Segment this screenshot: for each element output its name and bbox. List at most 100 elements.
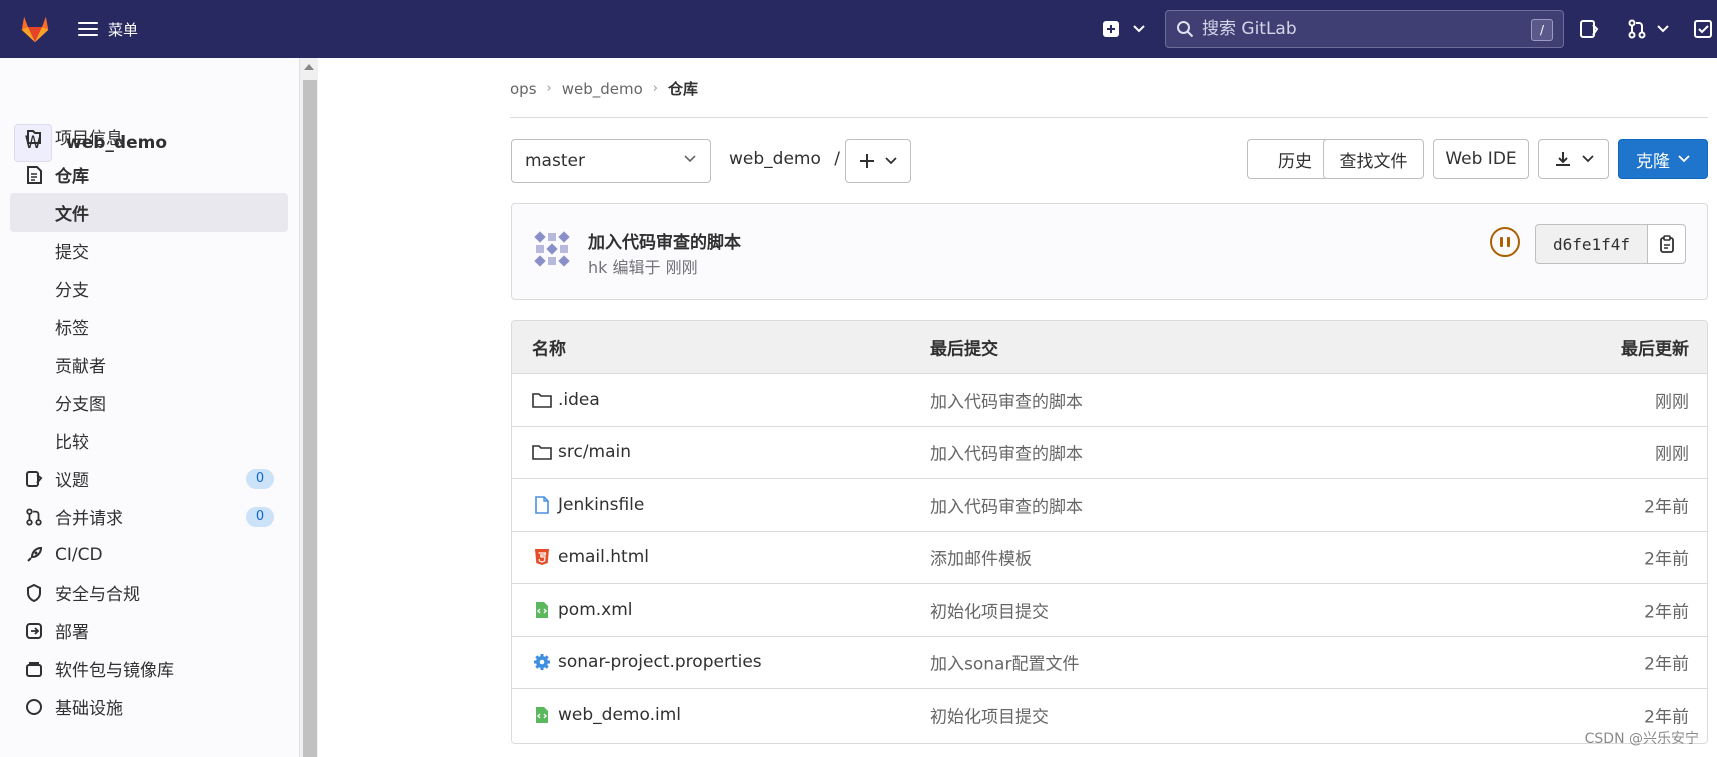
sidebar-item-commits[interactable]: 提交 [10, 231, 288, 270]
menu-label: 菜单 [108, 20, 139, 39]
chevron-down-icon [885, 157, 897, 165]
sidebar-item-branches[interactable]: 分支 [10, 269, 288, 308]
column-header-last-commit: 最后提交 [930, 339, 998, 360]
sidebar-item-label: CI/CD [55, 544, 103, 565]
last-commit-link[interactable]: 加入代码审查的脚本 [930, 440, 1083, 465]
chevron-down-icon[interactable] [1128, 18, 1150, 40]
repository-icon [24, 165, 44, 185]
sidebar-item-packages[interactable]: 软件包与镜像库 [10, 649, 288, 688]
merge-requests-count-badge: 0 [246, 506, 274, 527]
last-commit-link[interactable]: 加入代码审查的脚本 [930, 387, 1083, 412]
file-name-link[interactable]: sonar-project.properties [558, 652, 762, 672]
table-row[interactable]: Jenkinsfile 加入代码审查的脚本 2年前 [512, 479, 1707, 532]
search-box[interactable]: / [1165, 10, 1564, 48]
chevron-right-icon: › [652, 81, 658, 96]
table-row[interactable]: src/main 加入代码审查的脚本 刚刚 [512, 427, 1707, 479]
file-name-link[interactable]: email.html [558, 547, 649, 567]
commit-author-avatar[interactable] [532, 229, 572, 269]
path-separator: / [834, 149, 841, 169]
file-name-link[interactable]: pom.xml [558, 600, 633, 620]
plus-icon [860, 154, 874, 168]
sidebar-item-cicd[interactable]: CI/CD [10, 535, 288, 574]
web-ide-button[interactable]: Web IDE [1433, 139, 1529, 179]
last-commit-link[interactable]: 初始化项目提交 [930, 597, 1049, 622]
sidebar-item-label: 议题 [55, 471, 89, 491]
clone-button[interactable]: 克隆 [1618, 139, 1708, 179]
merge-request-icon[interactable] [1626, 18, 1648, 40]
download-icon [1555, 152, 1570, 166]
commit-title[interactable]: 加入代码审查的脚本 [588, 228, 741, 253]
sidebar-scrollbar-thumb[interactable] [303, 80, 317, 757]
project-info-icon [24, 127, 44, 147]
last-commit-link[interactable]: 加入sonar配置文件 [930, 650, 1079, 675]
divider [510, 117, 1708, 118]
last-commit-panel: 加入代码审查的脚本 hk 编辑于 刚刚 d6fe1f4f [511, 203, 1708, 300]
file-name-link[interactable]: web_demo.iml [558, 705, 681, 725]
copy-sha-button[interactable] [1647, 224, 1686, 264]
sidebar-item-repository[interactable]: 仓库 [10, 155, 288, 194]
sidebar-item-contributors[interactable]: 贡献者 [10, 345, 288, 384]
deploy-icon [24, 621, 44, 641]
add-to-tree-dropdown[interactable] [845, 139, 911, 183]
sidebar-item-label: 基础设施 [55, 699, 123, 719]
repo-path: web_demo / [729, 149, 840, 169]
sidebar-item-compare[interactable]: 比较 [10, 421, 288, 460]
last-commit-link[interactable]: 添加邮件模板 [930, 545, 1032, 570]
file-name-link[interactable]: Jenkinsfile [558, 495, 644, 515]
new-item-icon[interactable] [1100, 18, 1122, 40]
repo-path-root[interactable]: web_demo [729, 149, 821, 169]
sidebar-item-label: 分支 [55, 281, 89, 301]
menu-button[interactable]: 菜单 [78, 16, 138, 42]
sidebar-item-security[interactable]: 安全与合规 [10, 573, 288, 612]
watermark-text: CSDN @兴乐安宁 [1584, 731, 1699, 747]
commit-sha[interactable]: d6fe1f4f [1535, 224, 1648, 264]
sidebar-item-files[interactable]: 文件 [10, 193, 288, 232]
branch-selector[interactable]: master [511, 139, 711, 183]
sidebar-item-label: 部署 [55, 623, 89, 643]
last-updated-time: 2年前 [1644, 654, 1689, 675]
table-row[interactable]: sonar-project.properties 加入sonar配置文件 2年前 [512, 637, 1707, 689]
file-name-link[interactable]: .idea [558, 390, 600, 410]
todo-icon[interactable] [1692, 18, 1714, 40]
sidebar-item-project-info[interactable]: 项目信息 [10, 117, 288, 156]
last-updated-time: 刚刚 [1655, 444, 1689, 465]
chevron-down-icon[interactable] [1652, 18, 1674, 40]
gitlab-logo-icon[interactable] [18, 11, 52, 45]
merge-request-icon [24, 507, 44, 527]
issues-icon[interactable] [1578, 18, 1600, 40]
sidebar-item-deployments[interactable]: 部署 [10, 611, 288, 650]
breadcrumb-item-group[interactable]: ops [510, 80, 537, 98]
file-icon [532, 495, 552, 515]
find-file-button[interactable]: 查找文件 [1323, 139, 1424, 179]
sidebar-item-graph[interactable]: 分支图 [10, 383, 288, 422]
download-dropdown[interactable] [1538, 139, 1609, 179]
sidebar-item-label: 项目信息 [55, 129, 123, 149]
file-name-link[interactable]: src/main [558, 442, 631, 462]
breadcrumb-item-project[interactable]: web_demo [562, 80, 643, 98]
chevron-down-icon [1581, 155, 1594, 163]
sidebar-item-label: 文件 [55, 205, 89, 225]
table-row[interactable]: web_demo.iml 初始化项目提交 2年前 [512, 689, 1707, 742]
commit-meta: hk 编辑于 刚刚 [588, 258, 698, 277]
table-row[interactable]: pom.xml 初始化项目提交 2年前 [512, 584, 1707, 637]
last-commit-link[interactable]: 加入代码审查的脚本 [930, 492, 1083, 517]
table-row[interactable]: .idea 加入代码审查的脚本 刚刚 [512, 374, 1707, 427]
sidebar-item-merge-requests[interactable]: 合并请求 0 [10, 497, 288, 536]
copy-icon [1659, 235, 1674, 253]
search-input[interactable] [1202, 19, 1522, 39]
pipeline-paused-icon[interactable] [1490, 227, 1520, 257]
code-file-icon [532, 705, 552, 725]
breadcrumb-item-current[interactable]: 仓库 [668, 78, 698, 99]
last-commit-link[interactable]: 初始化项目提交 [930, 703, 1049, 728]
table-row[interactable]: email.html 添加邮件模板 2年前 [512, 532, 1707, 584]
sidebar-item-label: 安全与合规 [55, 585, 140, 605]
sidebar-item-infrastructure[interactable]: 基础设施 [10, 687, 288, 726]
sidebar-item-tags[interactable]: 标签 [10, 307, 288, 346]
last-updated-time: 2年前 [1644, 707, 1689, 728]
scroll-up-arrow-icon[interactable] [304, 64, 314, 70]
chevron-down-icon [1678, 155, 1690, 163]
gear-icon [532, 652, 552, 672]
shield-icon [24, 583, 44, 603]
sidebar-item-issues[interactable]: 议题 0 [10, 459, 288, 498]
issues-icon [24, 469, 44, 489]
